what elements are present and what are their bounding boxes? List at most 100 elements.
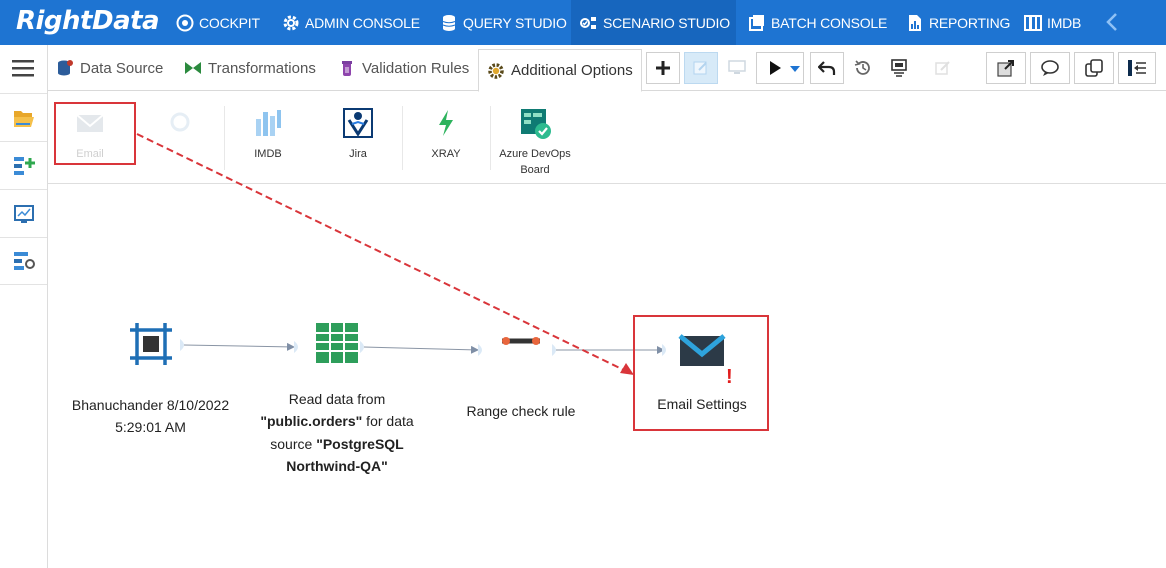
monitor-icon — [728, 60, 746, 74]
option-azure-devops-board[interactable]: Azure DevOps Board — [494, 92, 576, 182]
option-jira[interactable]: Jira — [334, 92, 382, 182]
nav-batch-console[interactable]: BATCH CONSOLE — [748, 0, 887, 45]
hamburger-menu-icon[interactable] — [12, 59, 34, 77]
export-icon — [997, 60, 1014, 77]
edit-note-button[interactable] — [684, 52, 718, 84]
tab-validation-rules[interactable]: Validation Rules — [338, 45, 469, 91]
edit-disabled-button[interactable] — [926, 52, 960, 84]
node-read-line1: Read data from — [288, 390, 386, 407]
clone-button[interactable] — [1074, 52, 1114, 84]
email-icon — [678, 334, 726, 366]
designer-tabs-row: Data Source Transformations Validation R… — [48, 45, 1166, 92]
node-range-label: Range check rule — [466, 402, 576, 419]
sidebar-settings-flow-button[interactable] — [0, 237, 47, 285]
flow-node-read-data[interactable]: Read data from "public.orders" for data … — [244, 321, 430, 478]
add-flow-icon — [13, 156, 35, 175]
top-navigation-bar: RightData COCKPIT ADMIN CONSOLE QUERY ST… — [0, 0, 1166, 45]
option-imdb-label: IMDB — [254, 148, 282, 160]
toolbar-divider — [402, 106, 403, 170]
run-button[interactable] — [756, 52, 804, 84]
nav-reporting[interactable]: REPORTING — [906, 0, 1010, 45]
option-email-label: Email — [76, 148, 104, 160]
undo-icon — [818, 61, 836, 75]
play-icon — [770, 61, 781, 75]
config-icon — [891, 59, 907, 77]
tab-transformations-label: Transformations — [208, 59, 316, 77]
node-start-line1: Bhanuchander 8/10/2022 — [71, 396, 230, 413]
config-button[interactable] — [882, 52, 916, 84]
plus-icon — [656, 61, 670, 75]
pencil-note-icon — [693, 61, 707, 75]
nav-admin-console[interactable]: ADMIN CONSOLE — [282, 0, 420, 45]
rightdata-logo[interactable]: RightData — [16, 6, 160, 36]
nav-query-studio[interactable]: QUERY STUDIO — [440, 0, 567, 45]
option-webhook[interactable]: Webhook — [156, 92, 204, 182]
node-read-source1: "PostgreSQL — [316, 435, 404, 452]
monitor-chart-icon — [13, 204, 34, 223]
report-icon — [909, 14, 921, 31]
app-root: RightData COCKPIT ADMIN CONSOLE QUERY ST… — [0, 0, 1166, 568]
warning-icon: ! — [726, 366, 733, 388]
imdb-icon — [1024, 14, 1042, 31]
panel-toggle-button[interactable] — [1118, 52, 1156, 84]
tab-additional-options[interactable]: Additional Options — [478, 49, 642, 92]
option-azure-label-line2: Board — [520, 164, 550, 176]
tab-validation-rules-label: Validation Rules — [362, 59, 470, 77]
edit-icon — [935, 61, 950, 75]
azure-board-icon — [521, 109, 551, 139]
comments-button[interactable] — [1030, 52, 1070, 84]
flow-node-email-settings[interactable]: ! Email Settings — [634, 316, 770, 430]
option-email[interactable]: Email — [66, 92, 114, 182]
tab-data-source[interactable]: Data Source — [56, 45, 163, 91]
node-read-table: "public.orders" — [260, 413, 363, 429]
sidebar-add-scenario-button[interactable] — [0, 141, 47, 189]
flow-node-start[interactable]: Bhanuchander 8/10/2022 5:29:01 AM — [58, 321, 243, 439]
nav-imdb[interactable]: IMDB — [1024, 0, 1081, 45]
email-icon — [76, 114, 104, 132]
gear-icon — [283, 15, 299, 30]
imdb-bars-icon — [256, 110, 281, 136]
option-imdb[interactable]: IMDB — [244, 92, 292, 182]
scenario-icon — [580, 16, 596, 29]
option-azure-devops-board-label: Azure DevOps Board — [499, 146, 571, 178]
xray-icon — [439, 110, 453, 136]
nav-batch-label: BATCH CONSOLE — [771, 14, 888, 31]
database-icon — [442, 14, 456, 31]
option-azure-label-line1: Azure DevOps — [499, 148, 571, 160]
clone-icon — [1085, 59, 1103, 77]
jira-icon — [343, 108, 373, 138]
cockpit-icon — [176, 14, 194, 31]
export-button[interactable] — [986, 52, 1026, 84]
toolbar-divider — [224, 106, 225, 170]
gear-icon — [488, 62, 504, 79]
flow-node-range-check[interactable]: Range check rule — [446, 331, 596, 422]
crop-node-icon — [129, 323, 172, 365]
option-xray-label: XRAY — [431, 148, 461, 160]
table-icon — [316, 323, 358, 363]
chevron-down-icon[interactable] — [790, 65, 800, 73]
option-webhook-label: Webhook — [156, 148, 204, 160]
add-button[interactable] — [646, 52, 680, 84]
open-folder-icon — [13, 110, 34, 127]
node-read-rest1: for data — [362, 413, 414, 429]
sidebar-open-folder-button[interactable] — [0, 93, 47, 141]
nav-scenario-studio[interactable]: SCENARIO STUDIO — [571, 0, 736, 45]
nav-scenario-label: SCENARIO STUDIO — [603, 14, 730, 31]
chat-bubble-icon — [1041, 60, 1059, 76]
nav-reporting-label: REPORTING — [929, 14, 1011, 31]
flow-settings-icon — [13, 252, 35, 270]
undo-button[interactable] — [810, 52, 844, 84]
tab-transformations[interactable]: Transformations — [184, 45, 316, 91]
history-button[interactable] — [846, 52, 880, 84]
scenario-canvas[interactable]: Bhanuchander 8/10/2022 5:29:01 AM Read d… — [48, 185, 1166, 568]
database-icon — [58, 60, 73, 76]
monitor-button[interactable] — [720, 52, 754, 84]
nav-cockpit[interactable]: COCKPIT — [176, 0, 260, 45]
batch-icon — [749, 14, 764, 31]
sidebar-dashboard-button[interactable] — [0, 189, 47, 237]
flask-icon — [342, 61, 352, 76]
nav-admin-label: ADMIN CONSOLE — [305, 14, 420, 31]
option-xray[interactable]: XRAY — [422, 92, 470, 182]
chevron-left-icon[interactable] — [1104, 12, 1120, 32]
history-icon — [854, 60, 870, 75]
